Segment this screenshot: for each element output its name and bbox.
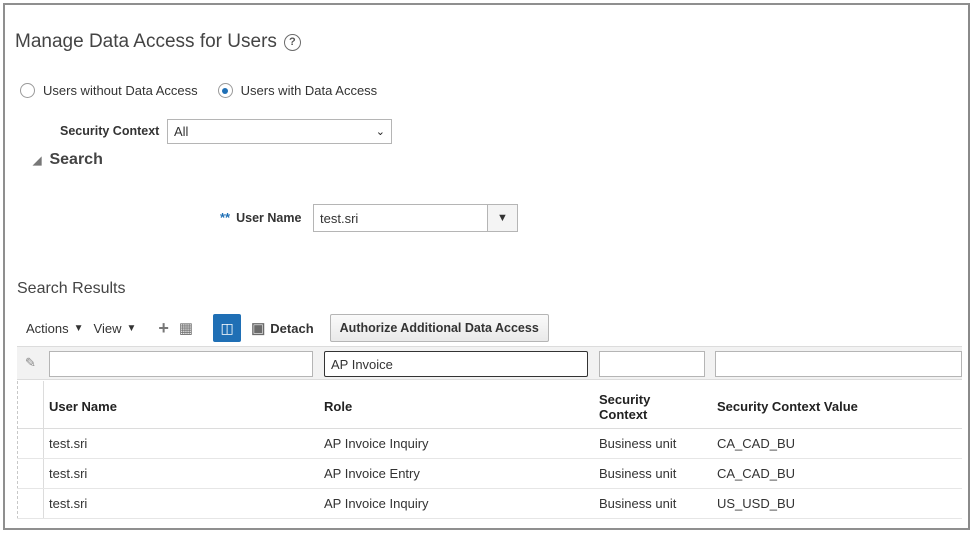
table-row[interactable]: test.sri AP Invoice Inquiry Business uni…	[17, 489, 962, 519]
security-context-value: All	[174, 124, 189, 139]
radio-label: Users without Data Access	[43, 83, 198, 98]
column-header-security-context[interactable]: Security Context	[599, 392, 679, 422]
dropdown-arrow-icon[interactable]: ▼	[487, 205, 517, 231]
caret-down-icon: ▼	[73, 322, 84, 334]
security-context-label: Security Context	[60, 124, 160, 138]
cell-security-context: Business unit	[599, 436, 677, 451]
radio-label: Users with Data Access	[240, 83, 378, 98]
detach-label: Detach	[270, 320, 314, 336]
filter-security-context-value-input[interactable]	[715, 351, 962, 377]
freeze-columns-icon[interactable]: ▦	[179, 319, 193, 337]
chevron-down-icon: ⌄	[375, 126, 385, 138]
cell-security-context-value: US_USD_BU	[717, 496, 796, 511]
detach-icon: ▣	[251, 320, 266, 337]
user-name-input[interactable]: test.sri	[320, 211, 358, 226]
actions-menu-label: Actions	[26, 320, 69, 336]
help-icon[interactable]: ?	[283, 33, 301, 51]
column-header-role[interactable]: Role	[324, 399, 352, 414]
collapse-triangle-icon[interactable]: ◢	[33, 154, 41, 167]
view-menu[interactable]: View ▼	[94, 321, 137, 336]
radio-checked-icon[interactable]	[217, 83, 233, 98]
search-section-header[interactable]: ◢ Search	[33, 151, 103, 169]
cell-security-context: Business unit	[599, 496, 677, 511]
pencil-icon: ✎	[25, 355, 36, 370]
table-row[interactable]: test.sri AP Invoice Inquiry Business uni…	[17, 429, 962, 459]
caret-down-icon: ▼	[126, 322, 137, 334]
table-body: test.sri AP Invoice Inquiry Business uni…	[17, 429, 962, 519]
table-row[interactable]: test.sri AP Invoice Entry Business unit …	[17, 459, 962, 489]
column-header-security-context-value[interactable]: Security Context Value	[717, 399, 858, 414]
add-icon[interactable]: +	[158, 318, 169, 339]
table-header: User Name Role Security Context Security…	[17, 381, 962, 519]
user-name-label-group: ** User Name	[220, 210, 301, 225]
cell-user-name: test.sri	[49, 436, 88, 451]
cell-role: AP Invoice Inquiry	[324, 496, 429, 511]
filter-security-context-input[interactable]	[599, 351, 705, 377]
filter-user-name-input[interactable]	[49, 351, 313, 377]
cell-security-context-value: CA_CAD_BU	[717, 466, 796, 481]
page-title: Manage Data Access for Users	[15, 31, 277, 52]
radio-users-without-data-access[interactable]: Users without Data Access	[20, 83, 198, 98]
search-results-title: Search Results	[17, 280, 126, 297]
user-name-label: User Name	[236, 210, 302, 225]
cell-security-context: Business unit	[599, 466, 677, 481]
cell-role: AP Invoice Entry	[324, 466, 420, 481]
actions-menu[interactable]: Actions ▼	[26, 321, 84, 336]
search-header-label: Search	[49, 151, 103, 168]
data-access-radio-group: Users without Data Access Users with Dat…	[20, 83, 397, 98]
cell-user-name: test.sri	[49, 496, 88, 511]
security-context-select[interactable]: All ⌄	[167, 119, 392, 144]
cell-security-context-value: CA_CAD_BU	[717, 436, 796, 451]
page-title-row: Manage Data Access for Users ?	[15, 31, 301, 53]
detach-button[interactable]: ▣ Detach	[251, 319, 314, 337]
query-by-example-row: ✎ AP Invoice	[17, 346, 962, 380]
filter-role-input[interactable]: AP Invoice	[324, 351, 588, 377]
cell-user-name: test.sri	[49, 466, 88, 481]
column-header-user-name[interactable]: User Name	[49, 399, 117, 414]
radio-unchecked-icon[interactable]	[20, 83, 35, 98]
view-menu-label: View	[93, 320, 122, 336]
query-by-example-icon[interactable]: ◫	[213, 314, 242, 342]
cell-role: AP Invoice Inquiry	[324, 436, 429, 451]
required-marker: **	[220, 210, 231, 225]
radio-users-with-data-access[interactable]: Users with Data Access	[217, 83, 378, 98]
authorize-additional-data-access-button[interactable]: Authorize Additional Data Access	[329, 314, 549, 342]
results-toolbar: Actions ▼ View ▼ + ▦ ◫ ▣ Detach Authoriz…	[26, 314, 549, 342]
user-name-combobox[interactable]: test.sri ▼	[313, 204, 518, 232]
